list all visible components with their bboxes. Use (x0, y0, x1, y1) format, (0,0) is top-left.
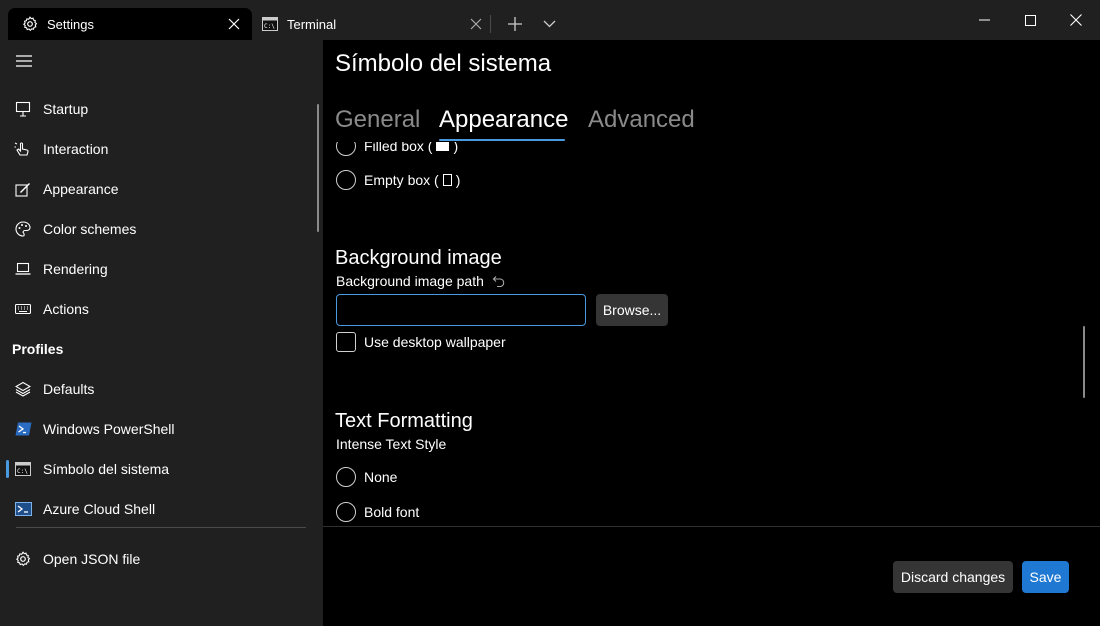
sidebar-item-label: Símbolo del sistema (43, 461, 170, 477)
radio-button[interactable] (336, 467, 356, 487)
intense-text-style-label: Intense Text Style (336, 436, 447, 452)
close-window-button[interactable] (1053, 0, 1099, 40)
close-icon (1070, 14, 1082, 26)
cursor-empty-box-option[interactable]: Empty box ( ) (336, 170, 460, 190)
sidebar-scrollbar[interactable] (317, 104, 319, 232)
interaction-icon (14, 140, 32, 158)
sidebar-item-azure-cloud-shell[interactable]: Azure Cloud Shell (4, 491, 306, 527)
discard-changes-button[interactable]: Discard changes (893, 561, 1013, 593)
sidebar-item-rendering[interactable]: Rendering (4, 251, 306, 287)
sidebar-item-label: Color schemes (43, 221, 137, 237)
keyboard-icon (14, 300, 32, 318)
new-tab-dropdown[interactable] (534, 10, 564, 38)
background-image-path-label: Background image path (336, 273, 506, 289)
sidebar-item-label: Startup (43, 101, 89, 117)
maximize-button[interactable] (1007, 0, 1053, 40)
radio-button[interactable] (336, 170, 356, 190)
sidebar-item-label: Rendering (43, 261, 108, 277)
intense-style-bold-option[interactable]: Bold font (336, 502, 419, 522)
plus-icon (508, 17, 522, 31)
filled-box-glyph (436, 142, 450, 151)
content-scrollbar[interactable] (1083, 326, 1085, 398)
svg-text:C:\: C:\ (264, 23, 275, 30)
powershell-icon (14, 420, 32, 438)
open-json-file-button[interactable]: Open JSON file (4, 541, 306, 577)
tab-terminal[interactable]: C:\ Terminal (252, 8, 490, 40)
option-label-end: ) (455, 172, 461, 188)
active-tab-indicator (439, 139, 565, 141)
checkbox-label: Use desktop wallpaper (364, 334, 506, 350)
command-prompt-icon: C:\ (262, 16, 278, 32)
page-title: Símbolo del sistema (335, 50, 552, 77)
new-tab-button[interactable] (500, 10, 530, 38)
gear-icon (14, 550, 32, 568)
sidebar-item-windows-powershell[interactable]: Windows PowerShell (4, 411, 306, 447)
gear-icon (22, 16, 38, 32)
sidebar-item-interaction[interactable]: Interaction (4, 131, 306, 167)
settings-content: Filled box ( ) Empty box ( ) Background … (323, 142, 1100, 526)
sidebar: Startup Interaction Appearance Color sch… (0, 40, 323, 626)
option-label: Empty box ( (364, 172, 439, 188)
sidebar-item-appearance[interactable]: Appearance (4, 171, 306, 207)
option-label: Bold font (364, 504, 420, 520)
sidebar-item-label: Interaction (43, 141, 109, 157)
use-desktop-wallpaper-option[interactable]: Use desktop wallpaper (336, 332, 506, 352)
minimize-icon (978, 19, 990, 21)
rendering-icon (14, 260, 32, 278)
tab-title: Settings (47, 16, 94, 32)
sidebar-divider (16, 527, 306, 528)
sidebar-item-label: Open JSON file (43, 551, 141, 567)
reset-icon[interactable] (492, 275, 506, 288)
background-image-title: Background image (335, 247, 502, 269)
intense-style-none-option[interactable]: None (336, 467, 397, 487)
azure-icon (14, 500, 32, 518)
sidebar-item-defaults[interactable]: Defaults (4, 371, 306, 407)
option-label: Filled box ( (364, 142, 433, 154)
sidebar-item-label: Windows PowerShell (43, 421, 175, 437)
background-image-path-input[interactable] (336, 294, 586, 326)
sidebar-item-label: Defaults (43, 381, 95, 397)
radio-button[interactable] (336, 502, 356, 522)
sidebar-item-actions[interactable]: Actions (4, 291, 306, 327)
menu-button[interactable] (6, 46, 42, 76)
sidebar-item-label: Azure Cloud Shell (43, 501, 156, 517)
tab-separator (490, 15, 491, 33)
svg-text:C:\: C:\ (17, 468, 28, 475)
appearance-icon (14, 180, 32, 198)
layers-icon (14, 380, 32, 398)
sidebar-item-label: Actions (43, 301, 89, 317)
close-icon[interactable] (220, 10, 248, 38)
sidebar-item-startup[interactable]: Startup (4, 91, 306, 127)
save-button[interactable]: Save (1022, 561, 1069, 593)
close-icon[interactable] (462, 10, 490, 38)
tab-general[interactable]: General (335, 106, 420, 134)
option-label-end: ) (453, 142, 459, 154)
minimize-button[interactable] (961, 0, 1007, 40)
settings-page: Símbolo del sistema General Appearance A… (323, 40, 1100, 626)
browse-button[interactable]: Browse... (596, 294, 668, 326)
command-prompt-icon: C:\ (14, 460, 32, 478)
text-formatting-title: Text Formatting (335, 410, 473, 432)
footer-divider (323, 526, 1100, 527)
checkbox[interactable] (336, 332, 356, 352)
hamburger-icon (16, 55, 32, 67)
sidebar-item-label: Appearance (43, 181, 119, 197)
tab-advanced[interactable]: Advanced (588, 106, 695, 134)
maximize-icon (1024, 14, 1036, 26)
palette-icon (14, 220, 32, 238)
title-bar: Settings C:\ Terminal (0, 0, 1100, 40)
tab-settings[interactable]: Settings (8, 8, 252, 40)
empty-box-glyph (442, 174, 452, 186)
profiles-header: Profiles (12, 341, 64, 357)
cursor-filled-box-option[interactable]: Filled box ( ) (336, 142, 458, 156)
sidebar-item-simbolo-del-sistema[interactable]: C:\ Símbolo del sistema (4, 451, 306, 487)
radio-button[interactable] (336, 142, 356, 156)
tab-title: Terminal (287, 16, 337, 32)
field-label-text: Background image path (336, 273, 484, 289)
chevron-down-icon (543, 20, 555, 28)
startup-icon (14, 100, 32, 118)
tab-appearance[interactable]: Appearance (439, 106, 568, 134)
sidebar-item-color-schemes[interactable]: Color schemes (4, 211, 306, 247)
option-label: None (364, 469, 398, 485)
